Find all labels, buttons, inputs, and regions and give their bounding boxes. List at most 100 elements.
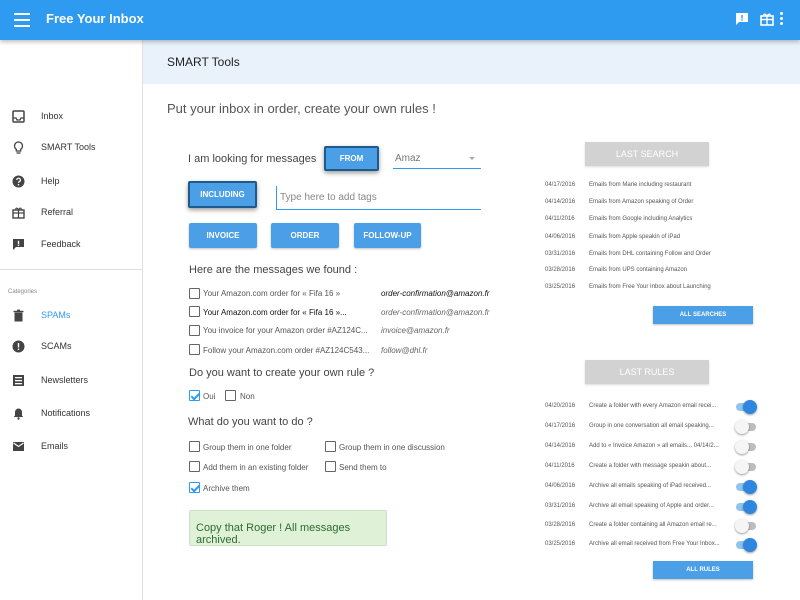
search-text[interactable]: Emails from Amazon speaking of Order [589,199,693,205]
from-select[interactable]: Amaz [393,150,481,169]
message-checkbox[interactable] [189,344,200,355]
trash-icon [13,309,24,322]
rule-toggle[interactable] [735,538,757,552]
section-header: SMART Tools [143,40,800,84]
sidebar-item-feedback[interactable]: Feedback [0,231,143,259]
search-date: 04/17/2016 [545,182,576,188]
oui-checkbox[interactable] [189,390,200,401]
message-sender: follow@dhl.fr [381,346,428,355]
rule-question: Do you want to create your own rule ? [189,367,375,379]
order-tag-button[interactable]: ORDER [271,223,339,248]
more-vert-icon[interactable] [778,12,784,26]
archive-checkbox[interactable] [189,482,200,493]
sidebar-item-scams[interactable]: SCAMs [0,333,143,361]
search-text[interactable]: Emails from Marie including restaurant [589,182,691,188]
search-text[interactable]: Emails from Google including Analytics [589,216,692,222]
gift-icon [12,207,25,219]
sidebar-divider [0,269,143,270]
section-title: SMART Tools [167,55,240,69]
looking-for-label: I am looking for messages [188,153,317,165]
menu-icon[interactable] [14,13,30,27]
invoice-tag-button[interactable]: INVOICE [189,223,257,248]
group-discussion-checkbox[interactable] [325,441,336,452]
search-text[interactable]: Emails from Apple speakin of iPad [589,234,680,240]
rule-date: 04/20/2016 [545,403,576,409]
action-question: What do you want to do ? [188,416,313,428]
send-to-checkbox[interactable] [325,461,336,472]
rule-toggle[interactable] [735,460,757,474]
rule-toggle[interactable] [735,480,757,494]
non-checkbox[interactable] [225,390,236,401]
sidebar-item-label: SPAMs [41,310,71,320]
group-folder-checkbox[interactable] [189,441,200,452]
search-date: 04/06/2016 [545,234,576,240]
mail-icon [13,442,24,451]
sidebar-item-label: Help [41,176,60,186]
sidebar-item-referral[interactable]: Referral [0,199,143,227]
rule-date: 04/17/2016 [545,423,576,429]
sidebar-item-spams[interactable]: SPAMs [0,302,143,330]
search-text[interactable]: Emails from Free Your Inbox about Launch… [589,284,711,290]
search-date: 04/11/2016 [545,216,575,222]
message-subject: You invoice for your Amazon order #AZ124… [203,326,368,335]
found-heading: Here are the messages we found : [189,264,358,276]
app-bar: Free Your Inbox [0,0,800,40]
rule-text: Archive all email speaking of Apple and … [589,503,714,509]
sidebar-item-inbox[interactable]: Inbox [0,103,143,131]
message-checkbox[interactable] [189,288,200,299]
sidebar-item-emails[interactable]: Emails [0,433,143,461]
rule-date: 04/14/2016 [545,443,576,449]
app-title: Free Your Inbox [46,11,144,26]
bell-icon [13,408,24,420]
sidebar-item-label: Notifications [41,408,91,418]
feedback-icon [13,239,24,250]
message-checkbox[interactable] [189,325,200,336]
rule-toggle[interactable] [735,500,757,514]
sidebar-item-label: Feedback [41,239,81,249]
message-sender: invoice@amazon.fr [381,326,450,335]
rule-text: Archive all email received from Free You… [589,541,720,547]
tags-input[interactable] [276,186,481,210]
search-text[interactable]: Emails from UPS containing Amazon [589,267,687,273]
rule-text: Create a folder with every Amazon email … [589,403,717,409]
sidebar-item-newsletters[interactable]: Newsletters [0,367,143,395]
last-rules-button[interactable]: LAST RULES [585,360,709,384]
sidebar-item-smart-tools[interactable]: SMART Tools [0,134,143,162]
rule-text: Add to « Invoice Amazon » all emails... … [589,443,719,449]
message-subject: Your Amazon.com order for « Fifa 16 »... [203,308,347,317]
rule-toggle[interactable] [735,400,757,414]
newsletter-icon [13,375,24,386]
rule-toggle[interactable] [735,420,757,434]
search-date: 03/31/2016 [545,251,576,257]
rule-date: 03/25/2016 [545,541,576,547]
message-subject: Your Amazon.com order for « Fifa 16 » [203,289,341,298]
including-button[interactable]: INCLUDING [188,181,257,208]
rule-date: 04/11/2016 [545,463,575,469]
rule-date: 04/06/2016 [545,483,576,489]
group-folder-label: Group them in one folder [203,443,292,452]
message-sender: order-confirmation@amazon.fr [381,308,490,317]
all-searches-button[interactable]: ALL SEARCHES [653,306,753,324]
rule-date: 03/28/2016 [545,522,576,528]
last-search-button[interactable]: LAST SEARCH [585,142,709,166]
rule-toggle[interactable] [735,440,757,454]
feedback-icon[interactable] [735,12,749,26]
categories-label: Categories [8,289,38,295]
from-select-value: Amaz [395,153,421,164]
help-icon [12,175,25,188]
from-button[interactable]: FROM [324,146,379,171]
archive-label: Archive them [203,484,250,493]
all-rules-button[interactable]: ALL RULES [653,561,753,579]
sidebar-item-notifications[interactable]: Notifications [0,400,143,428]
follow-up-tag-button[interactable]: FOLLOW-UP [354,223,421,248]
page-heading: Put your inbox in order, create your own… [167,101,436,116]
message-sender: order-confirmation@amazon.fr [381,289,490,298]
message-checkbox[interactable] [189,306,200,317]
non-label: Non [240,392,255,401]
sidebar-item-help[interactable]: Help [0,168,143,196]
rule-text: Archive all emails speaking of iPad rece… [589,483,712,489]
search-text[interactable]: Emails from DHL containing Follow and Or… [589,251,711,257]
rule-toggle[interactable] [735,519,757,533]
gift-icon[interactable] [760,12,774,26]
existing-folder-checkbox[interactable] [189,461,200,472]
